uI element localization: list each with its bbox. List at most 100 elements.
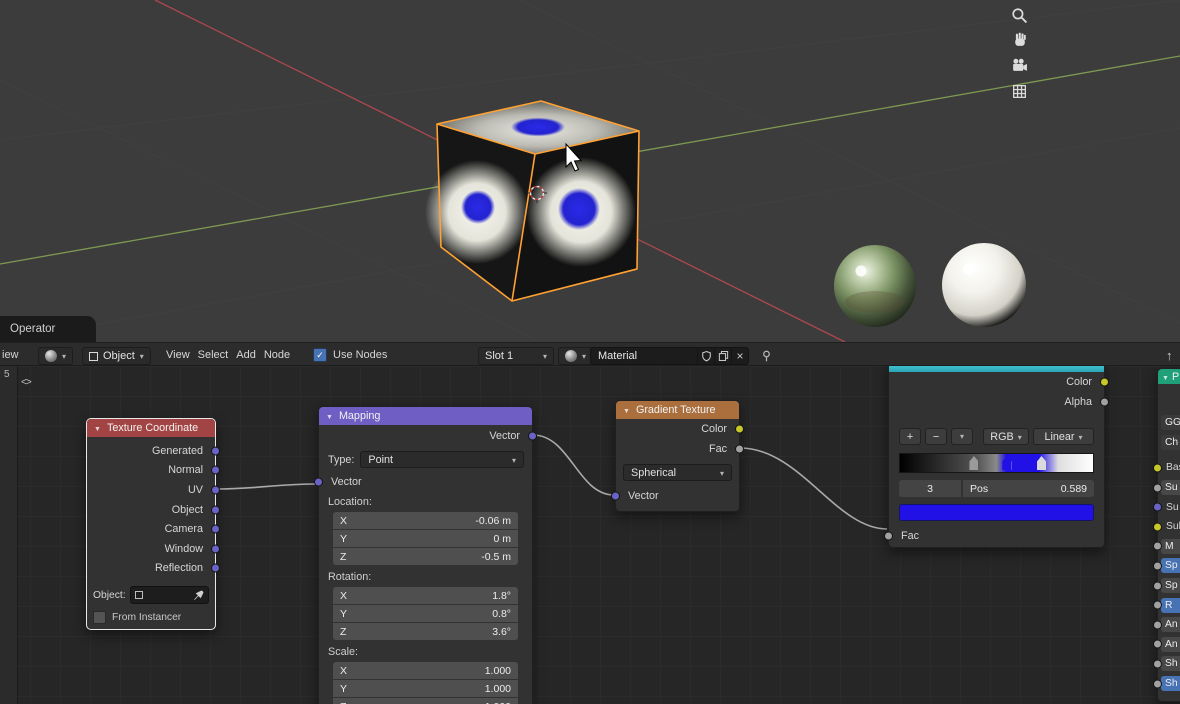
distribution-dropdown[interactable]: GG bbox=[1158, 413, 1180, 433]
pan-hand-icon[interactable] bbox=[1008, 28, 1030, 50]
socket-reflection[interactable] bbox=[211, 563, 220, 573]
material-browser-dropdown[interactable] bbox=[558, 347, 594, 365]
use-nodes-checkbox[interactable] bbox=[313, 348, 327, 362]
color-mode-dropdown[interactable]: RGB bbox=[983, 428, 1029, 445]
ramp-stop[interactable] bbox=[969, 456, 979, 470]
socket-roughness[interactable] bbox=[1153, 600, 1162, 610]
location-y-field[interactable]: Y0 m bbox=[333, 530, 518, 547]
socket-specular-tint[interactable] bbox=[1153, 581, 1162, 591]
socket-fac-out[interactable] bbox=[735, 444, 744, 454]
socket-vector-in[interactable] bbox=[314, 477, 323, 487]
menu-select[interactable]: Select bbox=[194, 349, 233, 361]
fake-user-shield-icon[interactable] bbox=[698, 347, 715, 365]
socket-base-color[interactable] bbox=[1153, 463, 1162, 473]
subsurface-method-dropdown[interactable]: Ch bbox=[1158, 433, 1180, 453]
input-specular[interactable]: Sp bbox=[1153, 556, 1180, 576]
node-header-principled[interactable]: P bbox=[1158, 369, 1180, 384]
unlink-material-icon[interactable] bbox=[732, 347, 749, 365]
socket-uv[interactable] bbox=[211, 485, 220, 495]
socket-subsurface-radius[interactable] bbox=[1153, 502, 1162, 512]
ramp-stop[interactable] bbox=[1037, 456, 1047, 470]
collapse-triangle-icon[interactable] bbox=[623, 404, 630, 416]
socket-anisotropic-rotation[interactable] bbox=[1153, 639, 1162, 649]
link-mapping-to-gradient[interactable] bbox=[532, 434, 615, 496]
duplicate-material-icon[interactable] bbox=[715, 347, 732, 365]
object-picker-field[interactable] bbox=[129, 586, 209, 605]
remove-stop-button[interactable]: − bbox=[925, 428, 947, 445]
socket-generated[interactable] bbox=[211, 446, 220, 456]
gradient-type-dropdown[interactable]: Spherical bbox=[623, 464, 732, 481]
stop-position-field[interactable]: Pos 0.589 bbox=[963, 480, 1094, 497]
node-mapping[interactable]: Mapping Vector Type: Point Vector Locati… bbox=[314, 406, 537, 704]
rotation-y-field[interactable]: Y 0.8° bbox=[333, 605, 518, 622]
material-name-field[interactable]: Material bbox=[590, 347, 698, 365]
color-ramp-gradient-bar[interactable] bbox=[899, 453, 1094, 473]
node-gradient-texture[interactable]: Gradient Texture Color Fac Spherical Vec… bbox=[611, 400, 744, 512]
3d-viewport[interactable]: Operator bbox=[0, 0, 1180, 342]
scale-x-field[interactable]: X 1.000 bbox=[333, 662, 518, 679]
ramp-tools-dropdown[interactable] bbox=[951, 428, 973, 445]
menu-node[interactable]: Node bbox=[260, 349, 294, 361]
ramp-stop-active[interactable] bbox=[1002, 456, 1012, 470]
orthographic-grid-icon[interactable] bbox=[1008, 80, 1030, 102]
socket-vector-out[interactable] bbox=[528, 431, 537, 441]
clipped-view-menu[interactable]: iew bbox=[2, 344, 19, 366]
input-anisotropic[interactable]: An bbox=[1153, 615, 1180, 635]
socket-metallic[interactable] bbox=[1153, 541, 1162, 551]
socket-color-out[interactable] bbox=[1100, 377, 1109, 387]
active-stop-index-field[interactable]: 3 bbox=[899, 480, 961, 497]
socket-subsurface-color[interactable] bbox=[1153, 522, 1162, 532]
interpolation-dropdown[interactable]: Linear bbox=[1033, 428, 1094, 445]
sidebar-toggle-icon[interactable]: <> bbox=[21, 377, 32, 388]
socket-subsurface[interactable] bbox=[1153, 483, 1162, 493]
add-stop-button[interactable]: + bbox=[899, 428, 921, 445]
scale-y-field[interactable]: Y 1.000 bbox=[333, 680, 518, 697]
collapse-triangle-icon[interactable] bbox=[94, 422, 101, 434]
socket-vector-in[interactable] bbox=[611, 491, 620, 501]
menu-view[interactable]: View bbox=[162, 349, 194, 361]
socket-window[interactable] bbox=[211, 544, 220, 554]
node-header-texture-coordinate[interactable]: Texture Coordinate bbox=[87, 419, 215, 437]
node-color-ramp[interactable]: Color Alpha + − RGB Linear bbox=[884, 366, 1109, 548]
socket-anisotropic[interactable] bbox=[1153, 620, 1162, 630]
input-sheen-tint[interactable]: Sh bbox=[1153, 674, 1180, 694]
collapse-triangle-icon[interactable] bbox=[326, 410, 333, 422]
location-x-field[interactable]: X -0.06 m bbox=[333, 512, 518, 529]
socket-specular[interactable] bbox=[1153, 561, 1162, 571]
input-roughness[interactable]: R bbox=[1153, 595, 1180, 615]
link-uv-to-mapping[interactable] bbox=[215, 483, 318, 490]
socket-alpha-out[interactable] bbox=[1100, 397, 1109, 407]
link-gradient-to-colorramp[interactable] bbox=[739, 447, 888, 530]
location-z-field[interactable]: Z -0.5 m bbox=[333, 548, 518, 565]
camera-view-icon[interactable] bbox=[1008, 54, 1030, 76]
rotation-z-field[interactable]: Z 3.6° bbox=[333, 623, 518, 640]
rotation-x-field[interactable]: X 1.8° bbox=[333, 587, 518, 604]
node-header-mapping[interactable]: Mapping bbox=[319, 407, 532, 425]
eyedropper-icon[interactable] bbox=[193, 590, 204, 601]
collapse-triangle-icon[interactable] bbox=[1162, 371, 1169, 383]
input-specular-tint[interactable]: Sp bbox=[1153, 576, 1180, 596]
node-texture-coordinate[interactable]: Texture Coordinate Generated Normal UV O… bbox=[86, 418, 220, 630]
input-metallic[interactable]: M bbox=[1153, 537, 1180, 557]
menu-add[interactable]: Add bbox=[232, 349, 260, 361]
from-instancer-checkbox[interactable] bbox=[93, 611, 106, 625]
socket-fac-in[interactable] bbox=[884, 531, 893, 541]
operator-panel-tab[interactable]: Operator bbox=[0, 316, 96, 342]
node-editor-canvas[interactable]: 5 <> Texture Coordinate Generated Normal… bbox=[0, 366, 1180, 704]
input-anisotropic-rotation[interactable]: An bbox=[1153, 635, 1180, 655]
socket-camera[interactable] bbox=[211, 524, 220, 534]
slot-selector[interactable]: Slot 1 bbox=[478, 347, 554, 365]
node-principled-bsdf[interactable]: P GG Ch Bas Su Su Sub M Sp Sp R An An Sh… bbox=[1153, 368, 1180, 702]
active-stop-color-swatch[interactable] bbox=[899, 504, 1094, 521]
mapping-type-dropdown[interactable]: Point bbox=[360, 451, 524, 468]
shader-type-selector[interactable]: Object bbox=[82, 347, 151, 365]
textured-cube[interactable] bbox=[425, 100, 640, 302]
node-header-gradient-texture[interactable]: Gradient Texture bbox=[616, 401, 739, 419]
socket-sheen-tint[interactable] bbox=[1153, 679, 1162, 689]
input-sheen[interactable]: Sh bbox=[1153, 654, 1180, 674]
pin-icon[interactable] bbox=[760, 349, 773, 363]
scale-z-field[interactable]: Z1.000 bbox=[333, 698, 518, 704]
editor-type-selector[interactable] bbox=[38, 347, 74, 365]
expand-header-arrow-icon[interactable] bbox=[1166, 344, 1173, 366]
zoom-icon[interactable] bbox=[1008, 4, 1030, 26]
